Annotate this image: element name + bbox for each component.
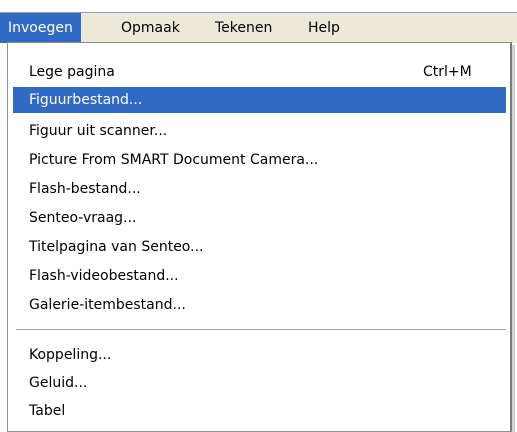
menu-item-label: Figuur uit scanner...: [29, 123, 168, 139]
menu-item-geluid[interactable]: Geluid...: [13, 370, 506, 396]
menu-item-shortcut: Ctrl+M: [423, 64, 472, 80]
menu-item-galerie-itembestand[interactable]: Galerie-itembestand...: [13, 292, 506, 318]
menu-item-label: Galerie-itembestand...: [29, 297, 186, 313]
menu-item-flash-videobestand[interactable]: Flash-videobestand...: [13, 263, 506, 289]
menu-invoegen[interactable]: Invoegen: [0, 13, 81, 43]
menu-item-smart-document-camera[interactable]: Picture From SMART Document Camera...: [13, 147, 506, 173]
menu-opmaak[interactable]: Opmaak: [113, 13, 188, 43]
menu-help[interactable]: Help: [300, 13, 348, 43]
menu-bar: Invoegen Opmaak Tekenen Help: [0, 12, 517, 43]
menu-item-label: Tabel: [29, 403, 66, 419]
menu-item-titelpagina-senteo[interactable]: Titelpagina van Senteo...: [13, 234, 506, 260]
menu-item-label: Koppeling...: [29, 347, 112, 363]
title-bar-remnant: [0, 0, 517, 12]
menu-item-label: Senteo-vraag...: [29, 210, 137, 226]
menu-item-label: Geluid...: [29, 375, 88, 391]
menu-item-tabel[interactable]: Tabel: [13, 398, 506, 424]
menu-item-figuur-uit-scanner[interactable]: Figuur uit scanner...: [13, 118, 506, 144]
menu-item-label: Titelpagina van Senteo...: [29, 239, 204, 255]
menu-item-label: Figuurbestand...: [29, 92, 143, 108]
menu-item-koppeling[interactable]: Koppeling...: [13, 342, 506, 368]
menu-item-label: Picture From SMART Document Camera...: [29, 152, 319, 168]
menu-item-lege-pagina[interactable]: Lege pagina Ctrl+M: [13, 59, 506, 85]
menu-separator: [16, 329, 506, 331]
menu-tekenen[interactable]: Tekenen: [207, 13, 280, 43]
menu-item-label: Flash-videobestand...: [29, 268, 179, 284]
menu-item-label: Lege pagina: [29, 64, 115, 80]
menu-item-senteo-vraag[interactable]: Senteo-vraag...: [13, 205, 506, 231]
menu-item-figuurbestand[interactable]: Figuurbestand...: [13, 87, 506, 113]
menu-item-flash-bestand[interactable]: Flash-bestand...: [13, 176, 506, 202]
menu-item-label: Flash-bestand...: [29, 181, 141, 197]
invoegen-dropdown-menu: Lege pagina Ctrl+M Figuurbestand... Figu…: [7, 42, 512, 432]
